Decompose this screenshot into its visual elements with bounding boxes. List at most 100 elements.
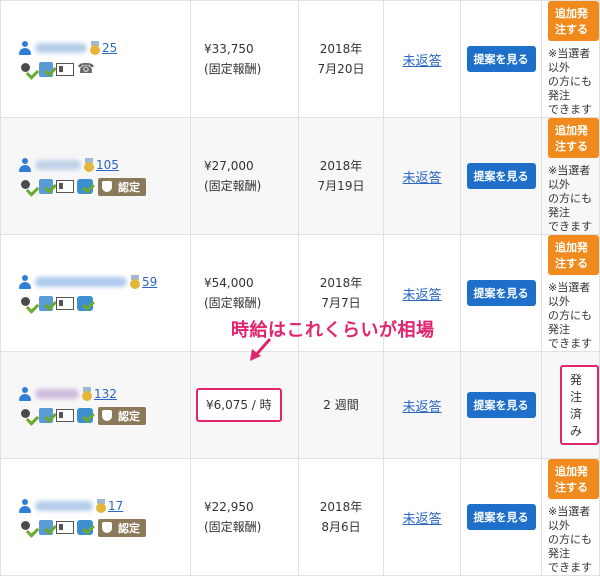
verification-badges: 認定 <box>18 518 190 538</box>
view-cell: 提案を見る <box>460 351 542 459</box>
additional-order-button[interactable]: 追加発注する <box>548 1 599 41</box>
note-line: ※当選者以外 <box>548 47 591 74</box>
date-cell: 2018年 8月6日 <box>298 458 384 576</box>
note-line: できます <box>548 561 592 574</box>
ordered-status-badge: 発注済み <box>560 365 599 445</box>
date-year: 2018年 <box>319 500 363 514</box>
table-row: 132 認定 ¥6,075 / 時 2 週間 未返答 提案を見る 発注済み <box>0 351 600 459</box>
action-cell: 追加発注する ※当選者以外 の方にも発注 できます <box>541 234 600 352</box>
view-proposal-button[interactable]: 提案を見る <box>466 392 536 418</box>
verification-badges: ☎ <box>18 60 190 80</box>
username-blurred[interactable] <box>35 276 127 287</box>
certified-label: 認定 <box>118 180 140 194</box>
user-cell: 105 認定 <box>0 117 191 235</box>
status-cell: 未返答 <box>383 458 461 576</box>
user-icon <box>18 498 32 513</box>
username-blurred[interactable] <box>35 388 79 399</box>
user-icon <box>18 157 32 172</box>
id-card-icon <box>56 521 74 534</box>
date-day: 7月7日 <box>321 296 361 310</box>
view-proposal-button[interactable]: 提案を見る <box>466 163 536 189</box>
date-day: 8月6日 <box>321 520 361 534</box>
username-blurred[interactable] <box>35 42 87 53</box>
rating-link[interactable]: 132 <box>94 387 117 401</box>
price-type: (固定報酬) <box>204 520 262 534</box>
medal-icon <box>129 274 141 289</box>
additional-order-button[interactable]: 追加発注する <box>548 459 599 499</box>
view-proposal-button[interactable]: 提案を見る <box>466 280 536 306</box>
price-type: (固定報酬) <box>204 179 262 193</box>
view-proposal-button[interactable]: 提案を見る <box>466 504 536 530</box>
id-card-icon <box>56 63 74 76</box>
note-line: の方にも発注 <box>548 309 592 336</box>
medal-icon <box>83 157 95 172</box>
rating-link[interactable]: 25 <box>102 41 117 55</box>
date-cell: 2018年 7月20日 <box>298 0 384 118</box>
action-cell: 発注済み <box>541 351 600 459</box>
certified-badge: 認定 <box>98 177 146 196</box>
view-proposal-button[interactable]: 提案を見る <box>466 46 536 72</box>
document-verified-icon <box>39 408 53 423</box>
document-verified-icon <box>39 520 53 535</box>
date-year: 2018年 <box>319 42 363 56</box>
status-link[interactable]: 未返答 <box>402 288 441 303</box>
table-row: 17 認定 ¥22,950 (固定報酬) 2018年 8月6日 未返答 提案を見… <box>0 458 600 576</box>
view-cell: 提案を見る <box>460 458 542 576</box>
note-line: できます <box>548 337 592 350</box>
annotation-arrow-icon <box>250 338 272 361</box>
date-year: 2018年 <box>319 159 363 173</box>
proposal-table: 25 ☎ ¥33,750 (固定報酬) 2018年 7月20日 未返答 提案を見… <box>0 0 600 576</box>
verification-badges <box>18 294 190 314</box>
price-cell: ¥27,000 (固定報酬) <box>190 117 299 235</box>
view-cell: 提案を見る <box>460 0 542 118</box>
note-line: の方にも発注 <box>548 192 592 219</box>
certified-badge: 認定 <box>98 518 146 537</box>
verification-badges: 認定 <box>18 406 190 426</box>
additional-order-button[interactable]: 追加発注する <box>548 235 599 275</box>
medal-icon <box>81 386 93 401</box>
price: ¥33,750 <box>204 42 254 56</box>
certified-badge: 認定 <box>98 406 146 425</box>
note-line: できます <box>548 103 592 116</box>
additional-order-button[interactable]: 追加発注する <box>548 118 599 158</box>
rating-link[interactable]: 59 <box>142 275 157 289</box>
certified-label: 認定 <box>118 409 140 423</box>
table-row: 105 認定 ¥27,000 (固定報酬) 2018年 7月19日 未返答 提案… <box>0 117 600 235</box>
status-link[interactable]: 未返答 <box>402 400 441 415</box>
date-year: 2018年 <box>319 276 363 290</box>
action-cell: 追加発注する ※当選者以外 の方にも発注 できます <box>541 458 600 576</box>
price-cell: ¥22,950 (固定報酬) <box>190 458 299 576</box>
price: ¥54,000 <box>204 276 254 290</box>
rating-link[interactable]: 17 <box>108 499 123 513</box>
id-verified-icon <box>77 408 93 423</box>
date-cell: 2018年 7月19日 <box>298 117 384 235</box>
medal-icon <box>95 498 107 513</box>
status-link[interactable]: 未返答 <box>402 171 441 186</box>
note-line: の方にも発注 <box>548 75 592 102</box>
view-cell: 提案を見る <box>460 234 542 352</box>
price-cell: ¥33,750 (固定報酬) <box>190 0 299 118</box>
document-verified-icon <box>39 62 53 77</box>
status-cell: 未返答 <box>383 351 461 459</box>
username-blurred[interactable] <box>35 500 93 511</box>
status-cell: 未返答 <box>383 117 461 235</box>
shield-icon <box>102 410 112 421</box>
identity-verified-icon <box>18 179 36 194</box>
identity-verified-icon <box>18 296 36 311</box>
shield-icon <box>102 522 112 533</box>
username-blurred[interactable] <box>35 159 81 170</box>
user-cell: 25 ☎ <box>0 0 191 118</box>
document-verified-icon <box>39 179 53 194</box>
rating-link[interactable]: 105 <box>96 158 119 172</box>
status-link[interactable]: 未返答 <box>402 54 441 69</box>
identity-verified-icon <box>18 520 36 535</box>
note-line: ※当選者以外 <box>548 281 591 308</box>
price: ¥27,000 <box>204 159 254 173</box>
id-card-icon <box>56 297 74 310</box>
note-line: ※当選者以外 <box>548 164 591 191</box>
price-cell: ¥6,075 / 時 <box>190 351 299 459</box>
status-link[interactable]: 未返答 <box>402 512 441 527</box>
id-verified-icon <box>77 296 93 311</box>
user-cell: 132 認定 <box>0 351 191 459</box>
id-card-icon <box>56 409 74 422</box>
